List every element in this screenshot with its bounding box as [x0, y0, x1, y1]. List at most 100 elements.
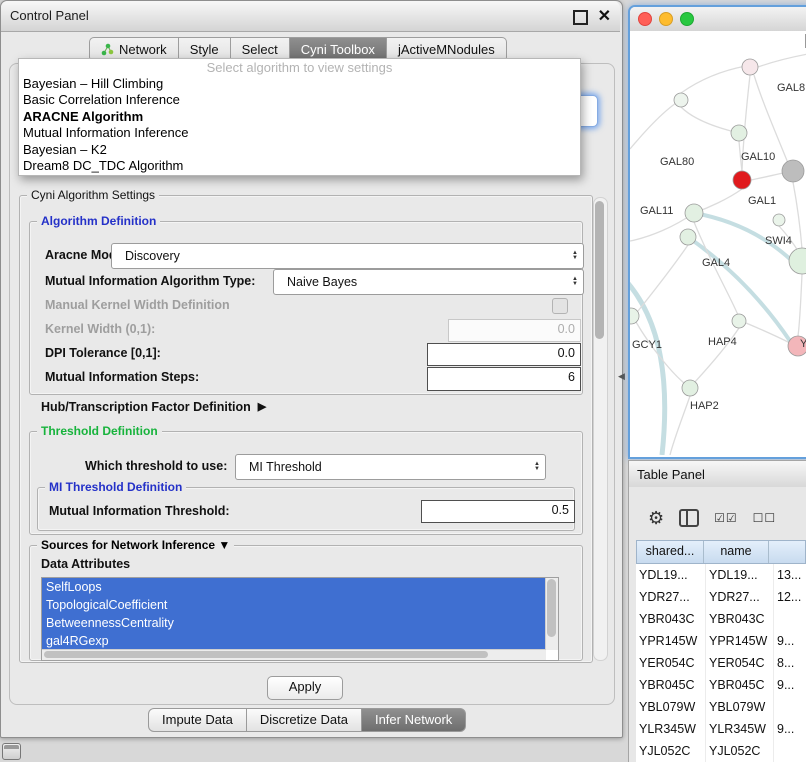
data-attribute-item[interactable]: TopologicalCoefficient [42, 596, 550, 614]
splitter-collapse-arrow[interactable]: ◀ [618, 371, 625, 382]
algorithm-option[interactable]: Mutual Information Inference [19, 125, 580, 141]
deselect-all-icon[interactable]: ☐☐ [753, 511, 777, 525]
dpi-tolerance-label: DPI Tolerance [0,1]: [45, 343, 161, 363]
network-node[interactable] [682, 380, 698, 396]
network-node[interactable] [773, 214, 785, 226]
table-row[interactable]: YBR043CYBR043C [636, 608, 806, 630]
mi-threshold-label: Mutual Information Threshold: [49, 501, 230, 521]
column-header[interactable]: name [704, 541, 769, 563]
list-horizontal-scrollbar[interactable] [42, 649, 546, 660]
table-cell: YDL19... [706, 564, 774, 586]
kernel-width-field[interactable]: 0.0 [448, 319, 581, 342]
dpi-tolerance-field[interactable]: 0.0 [427, 343, 581, 366]
mi-steps-field[interactable]: 6 [427, 367, 581, 391]
float-window-icon[interactable] [573, 10, 588, 25]
network-node-label: GAL10 [741, 151, 775, 163]
select-all-icon[interactable]: ☑☑ [714, 511, 738, 525]
network-node[interactable] [732, 314, 746, 328]
network-edge[interactable] [681, 66, 746, 93]
algorithm-definition-title: Algorithm Definition [37, 214, 160, 228]
tab-infer-network[interactable]: Infer Network [362, 708, 466, 732]
settings-scrollbar[interactable] [593, 197, 608, 661]
tab-label: Style [190, 42, 219, 57]
control-panel-titlebar[interactable]: Control Panel ✕ [1, 1, 620, 32]
close-traffic-light-icon[interactable] [638, 12, 652, 26]
hub-section-toggle[interactable]: Hub/Transcription Factor Definition ▶ [41, 398, 266, 416]
network-edge[interactable] [798, 274, 802, 336]
network-edge[interactable] [630, 281, 665, 455]
gear-icon[interactable]: ⚙ [648, 509, 664, 527]
network-node[interactable] [685, 204, 703, 222]
scrollbar-thumb[interactable] [547, 579, 556, 637]
algorithm-dropdown-placeholder: Select algorithm to view settings [19, 59, 580, 76]
aracne-mode-select[interactable]: Discovery ▲▼ [111, 243, 584, 269]
network-node[interactable] [782, 160, 804, 182]
data-attribute-item[interactable]: gal4RGexp [42, 632, 550, 650]
table-row[interactable]: YBL079WYBL079W [636, 696, 806, 718]
algorithm-option[interactable]: Basic Correlation Inference [19, 92, 580, 108]
which-threshold-select[interactable]: MI Threshold ▲▼ [235, 454, 546, 480]
table-panel-title: Table Panel [637, 467, 705, 482]
network-edge[interactable] [638, 245, 688, 311]
algorithm-option[interactable]: Dream8 DC_TDC Algorithm [19, 158, 580, 174]
network-window-titlebar[interactable] [630, 7, 806, 32]
minimized-window-icon[interactable] [2, 743, 21, 760]
mi-type-select[interactable]: Naive Bayes ▲▼ [273, 269, 584, 295]
zoom-traffic-light-icon[interactable] [680, 12, 694, 26]
network-edge[interactable] [681, 107, 739, 133]
network-node-label: Y [800, 338, 806, 350]
algorithm-option[interactable]: Bayesian – K2 [19, 142, 580, 158]
manual-kernel-checkbox[interactable] [552, 298, 568, 314]
list-vertical-scrollbar[interactable] [545, 578, 558, 650]
table-row[interactable]: YDL19...YDL19...13... [636, 564, 806, 586]
minimize-traffic-light-icon[interactable] [659, 12, 673, 26]
scrollbar-thumb[interactable] [595, 201, 604, 339]
column-header[interactable] [769, 541, 806, 563]
network-edge[interactable] [793, 182, 802, 249]
column-selector-icon[interactable] [679, 509, 699, 527]
table-row[interactable]: YPR145WYPR145W9... [636, 630, 806, 652]
network-node[interactable] [731, 125, 747, 141]
network-node[interactable] [742, 59, 758, 75]
network-node-label: HAP2 [690, 400, 719, 412]
tab-discretize-data[interactable]: Discretize Data [247, 708, 362, 732]
sources-section-toggle[interactable]: Sources for Network Inference ▼ [37, 538, 234, 552]
table-cell: YDR27... [706, 586, 774, 608]
scrollbar-thumb[interactable] [44, 651, 488, 658]
network-node[interactable] [674, 93, 688, 107]
close-icon[interactable]: ✕ [598, 6, 611, 26]
network-node[interactable] [789, 248, 806, 274]
control-panel-window: Control Panel ✕ Network Style Select [0, 0, 623, 738]
table-body: YDL19...YDL19...13...YDR27...YDR27...12.… [636, 564, 806, 762]
sources-label: Sources for Network Inference [41, 538, 215, 552]
tab-impute-data[interactable]: Impute Data [148, 708, 247, 732]
table-row[interactable]: YLR345WYLR345W9... [636, 718, 806, 740]
table-cell [774, 608, 806, 630]
column-header[interactable]: shared... [637, 541, 704, 563]
table-row[interactable]: YDR27...YDR27...12... [636, 586, 806, 608]
network-node-label: SWI4 [765, 235, 792, 247]
network-node-label: GAL80 [660, 156, 694, 168]
apply-button[interactable]: Apply [267, 676, 343, 700]
network-edge[interactable] [758, 54, 806, 67]
network-canvas[interactable]: GAL8GAL80GAL10GAL11GAL1SWI4GAL4GCY1HAP4Y… [630, 31, 806, 457]
data-attribute-item[interactable]: SelfLoops [42, 578, 550, 596]
data-attribute-item[interactable]: BetweennessCentrality [42, 614, 550, 632]
data-attributes-listbox[interactable]: SelfLoopsTopologicalCoefficientBetweenne… [41, 577, 559, 661]
network-edge[interactable] [670, 396, 690, 455]
table-row[interactable]: YER054CYER054C8... [636, 652, 806, 674]
table-cell: YPR145W [636, 630, 706, 652]
table-row[interactable]: YBR045CYBR045C9... [636, 674, 806, 696]
table-cell: YDL19... [636, 564, 706, 586]
table-row[interactable]: YJL052CYJL052C [636, 740, 806, 762]
algorithm-option[interactable]: Bayesian – Hill Climbing [19, 76, 580, 92]
algorithm-option[interactable]: ARACNE Algorithm [19, 109, 580, 125]
hub-section-label: Hub/Transcription Factor Definition [41, 398, 251, 416]
network-node[interactable] [680, 229, 696, 245]
table-panel-titlebar[interactable]: Table Panel [628, 460, 806, 489]
network-edge[interactable] [630, 103, 676, 149]
table-cell: YPR145W [706, 630, 774, 652]
control-panel-tabs: Network Style Select Cyni Toolbox jActiv… [89, 37, 507, 60]
mi-threshold-field[interactable]: 0.5 [421, 500, 575, 523]
network-node[interactable] [733, 171, 751, 189]
